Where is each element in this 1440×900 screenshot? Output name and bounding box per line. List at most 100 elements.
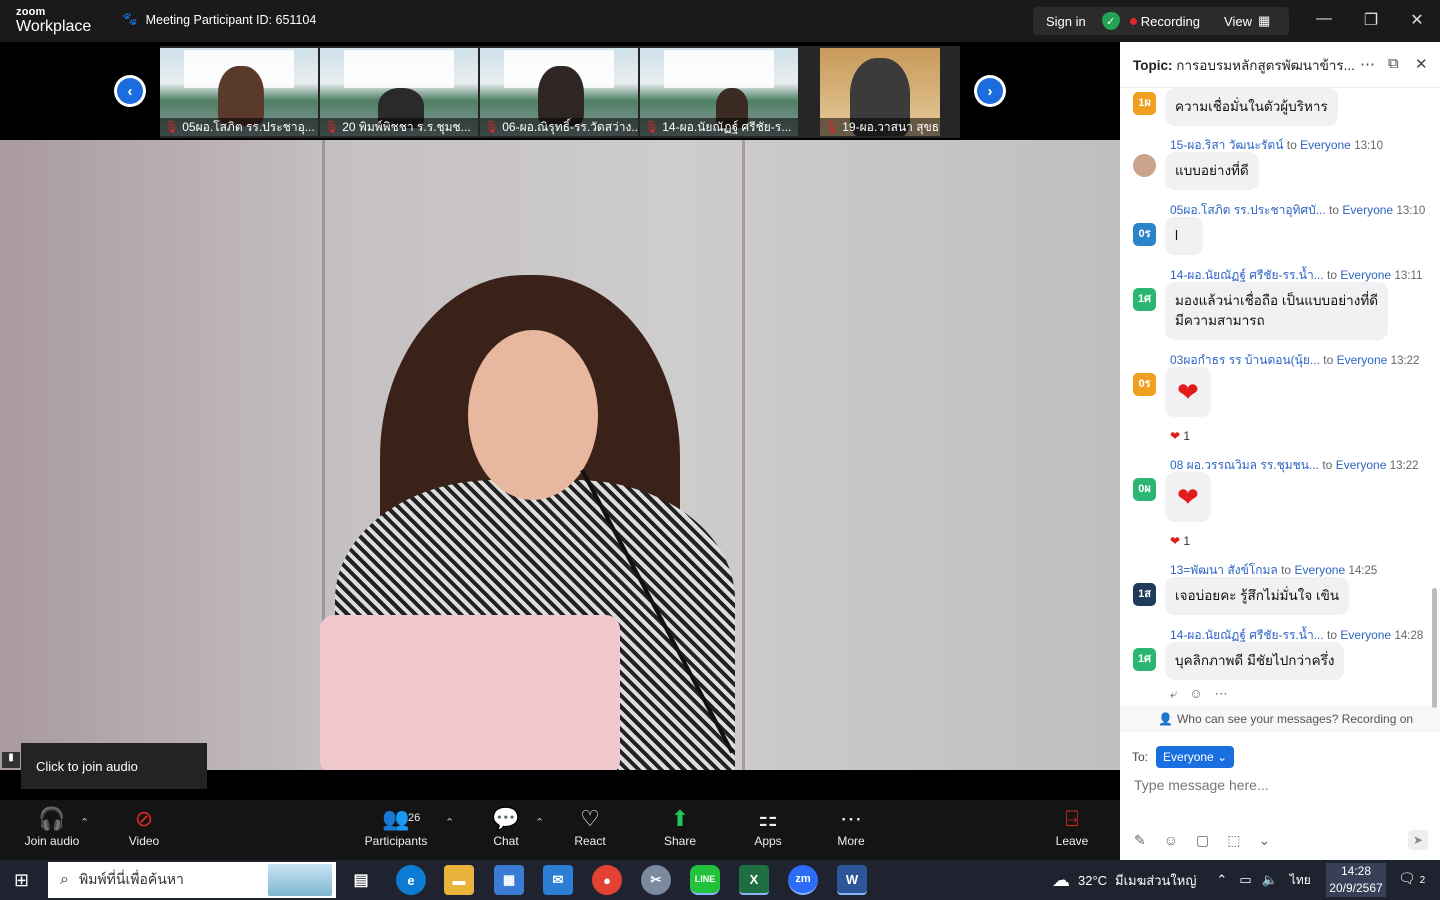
pop-out-icon[interactable]: ⧉	[1388, 55, 1399, 72]
sender-name[interactable]: 13=พัฒนา สังข์โกมล	[1170, 563, 1278, 577]
participant-tile[interactable]: 🎙 14-ผอ.นัยณัฏฐ์ ศรีชัย-ร...	[640, 48, 798, 136]
message-actions: ⤶ ☺ ⋯	[1170, 686, 1228, 702]
message-bubble[interactable]: ความเชื่อมั่นในตัวผู้บริหาร	[1165, 88, 1338, 126]
maximize-icon[interactable]: ❐	[1359, 10, 1383, 30]
participant-tile[interactable]: 🎙 05ผอ.โสภิต รร.ประชาอุ...	[160, 48, 318, 136]
video-button[interactable]: ⊘ Video	[104, 806, 184, 848]
reaction-count[interactable]: ❤ 1	[1170, 534, 1190, 548]
screenshot-icon[interactable]: ⬚	[1227, 832, 1240, 849]
chat-caret-icon[interactable]: ⌃	[535, 816, 544, 829]
join-audio-tooltip[interactable]: Click to join audio	[21, 743, 207, 789]
format-icon[interactable]: ✎	[1134, 832, 1146, 849]
snipping-tool-icon[interactable]: ✂	[641, 865, 671, 895]
excel-icon[interactable]: X	[739, 865, 769, 895]
reply-icon[interactable]: ⤶	[1170, 686, 1177, 702]
participant-tile[interactable]: 🎙 19-ผอ.วาสนา สุขธนู	[820, 48, 940, 136]
weather-text[interactable]: มีเมฆส่วนใหญ่	[1115, 870, 1196, 891]
leave-button[interactable]: ⍈ Leave	[1032, 806, 1112, 848]
chrome-icon[interactable]: ●	[592, 865, 622, 895]
sender-name[interactable]: 08 ผอ.วรรณวิมล รร.ชุมชน...	[1170, 458, 1319, 472]
windows-start-icon[interactable]: ⊞	[14, 870, 29, 891]
view-button[interactable]: View ▦	[1224, 13, 1270, 29]
join-audio-label: Join audio	[24, 834, 80, 848]
next-page-button[interactable]: ›	[974, 75, 1006, 107]
to-word: to	[1323, 353, 1334, 367]
more-button[interactable]: ⋯ More	[811, 806, 891, 848]
share-screen-icon: ⬆	[670, 806, 690, 831]
minimize-icon[interactable]: —	[1312, 10, 1336, 28]
temperature[interactable]: 32°C	[1078, 873, 1107, 888]
person-icon: 👤	[1158, 712, 1173, 726]
sign-in-button[interactable]: Sign in	[1046, 14, 1086, 29]
privacy-text: Who can see your messages? Recording on	[1176, 712, 1414, 726]
avatar: 0ผ	[1133, 478, 1156, 501]
participants-caret-icon[interactable]: ⌃	[445, 816, 454, 829]
participants-button[interactable]: 👥 26 Participants	[356, 806, 436, 848]
sender-name[interactable]: 05ผอ.โสภิต รร.ประชาอุทิศบั...	[1170, 203, 1326, 217]
to-word: to	[1329, 203, 1340, 217]
recording-indicator[interactable]: Recording	[1129, 14, 1200, 29]
react-button[interactable]: ♡ React	[550, 806, 630, 848]
line-app-icon[interactable]: LINE	[690, 865, 720, 895]
chat-scrollbar[interactable]	[1432, 588, 1437, 708]
sender-name[interactable]: 14-ผอ.นัยณัฏฐ์ ศรีชัย-รร.น้ำ...	[1170, 628, 1324, 642]
more-options-icon[interactable]: ⋯	[1360, 55, 1375, 73]
edge-browser-icon[interactable]: e	[396, 865, 426, 895]
prev-page-button[interactable]: ‹	[114, 75, 146, 107]
file-icon[interactable]: ▢	[1196, 832, 1209, 849]
language-indicator[interactable]: ไทย	[1290, 871, 1311, 890]
chevron-up-icon[interactable]: ⌃	[1216, 872, 1227, 888]
share-button[interactable]: ⬆ Share	[640, 806, 720, 848]
more-actions-icon[interactable]: ⋯	[1215, 686, 1228, 702]
chat-header: Topic: การอบรมหลักสูตรพัฒนาข้าร... ⋯ ⧉ ✕	[1120, 42, 1440, 88]
file-explorer-icon[interactable]: ▬	[444, 865, 474, 895]
message-bubble[interactable]: แบบอย่างที่ดี	[1165, 152, 1259, 190]
to-word: to	[1286, 138, 1297, 152]
close-chat-icon[interactable]: ✕	[1415, 55, 1428, 73]
taskbar-clock[interactable]: 14:28 20/9/2567	[1326, 863, 1386, 897]
reaction-count[interactable]: ❤ 1	[1170, 429, 1190, 443]
chat-button[interactable]: 💬 Chat	[466, 806, 546, 848]
search-placeholder: พิมพ์ที่นี่เพื่อค้นหา	[78, 871, 184, 887]
apps-button[interactable]: ⚏ Apps	[728, 806, 808, 848]
heart-emoji-bubble[interactable]: ❤	[1165, 472, 1211, 522]
add-reaction-icon[interactable]: ☺	[1189, 686, 1202, 702]
participant-name: 14-ผอ.นัยณัฏฐ์ ศรีชัย-ร...	[662, 120, 792, 134]
message-meta: 03ผอกำธร รร บ้านดอน(นุ้ย... to Everyone …	[1170, 351, 1428, 370]
emoji-icon[interactable]: ☺	[1164, 832, 1178, 849]
mail-icon[interactable]: ✉	[543, 865, 573, 895]
participant-tile[interactable]: 🎙 06-ผอ.ณิรุทธิ์-รร.วัดสว่าง...	[480, 48, 638, 136]
chat-message-input[interactable]	[1134, 777, 1424, 793]
sender-name[interactable]: 03ผอกำธร รร บ้านดอน(นุ้ย...	[1170, 353, 1320, 367]
topic-label: Topic:	[1133, 57, 1173, 73]
store-icon[interactable]: ▦	[494, 865, 524, 895]
task-view-icon[interactable]: ▤	[346, 865, 376, 895]
network-icon[interactable]: ▭	[1239, 872, 1251, 888]
recipient-dropdown[interactable]: Everyone ⌄	[1156, 746, 1235, 768]
word-icon[interactable]: W	[837, 865, 867, 895]
sender-name[interactable]: 15-ผอ.ริสา วัฒนะรัตน์	[1170, 138, 1283, 152]
audio-options-caret-icon[interactable]: ⌃	[80, 816, 89, 829]
message-time: 13:10	[1354, 140, 1383, 152]
security-shield-icon[interactable]: ✓	[1101, 12, 1120, 30]
tile-name-bar: 🎙 05ผอ.โสภิต รร.ประชาอุ...	[160, 118, 318, 136]
message-bubble[interactable]: l	[1165, 217, 1203, 255]
message-bubble[interactable]: เจอบ่อยคะ รู้สึกไม่มั่นใจ เขิน	[1165, 577, 1350, 615]
send-icon[interactable]: ➤	[1408, 830, 1428, 850]
message-bubble[interactable]: มองแล้วน่าเชื่อถือ เป็นแบบอย่างที่ดี มีค…	[1165, 282, 1388, 340]
message-bubble[interactable]: บุคลิกภาพดี มีชัยไปกว่าครึ่ง	[1165, 642, 1345, 680]
chevron-down-icon[interactable]: ⌄	[1259, 832, 1271, 849]
volume-muted-icon[interactable]: 🔈	[1262, 872, 1278, 888]
notification-center[interactable]: 🗨 2	[1398, 870, 1425, 887]
meeting-info[interactable]: 🐾 Meeting Participant ID: 651104	[122, 12, 316, 27]
close-window-icon[interactable]: ✕	[1405, 10, 1429, 30]
muted-mic-icon: 🎙	[324, 120, 340, 134]
participant-tile[interactable]: 🎙 20 พิมพ์พิชชา ร.ร.ชุมช...	[320, 48, 478, 136]
signal-strength-icon[interactable]: ▮	[2, 752, 20, 768]
heart-emoji-bubble[interactable]: ❤	[1165, 367, 1211, 417]
more-dots-icon: ⋯	[840, 806, 862, 831]
privacy-notice[interactable]: 👤 Who can see your messages? Recording o…	[1120, 706, 1440, 732]
sender-name[interactable]: 14-ผอ.นัยณัฏฐ์ ศรีชัย-รร.น้ำ...	[1170, 268, 1324, 282]
taskbar-search[interactable]: ⌕ พิมพ์ที่นี่เพื่อค้นหา	[48, 862, 336, 898]
zoom-app-icon[interactable]: zm	[788, 865, 818, 895]
